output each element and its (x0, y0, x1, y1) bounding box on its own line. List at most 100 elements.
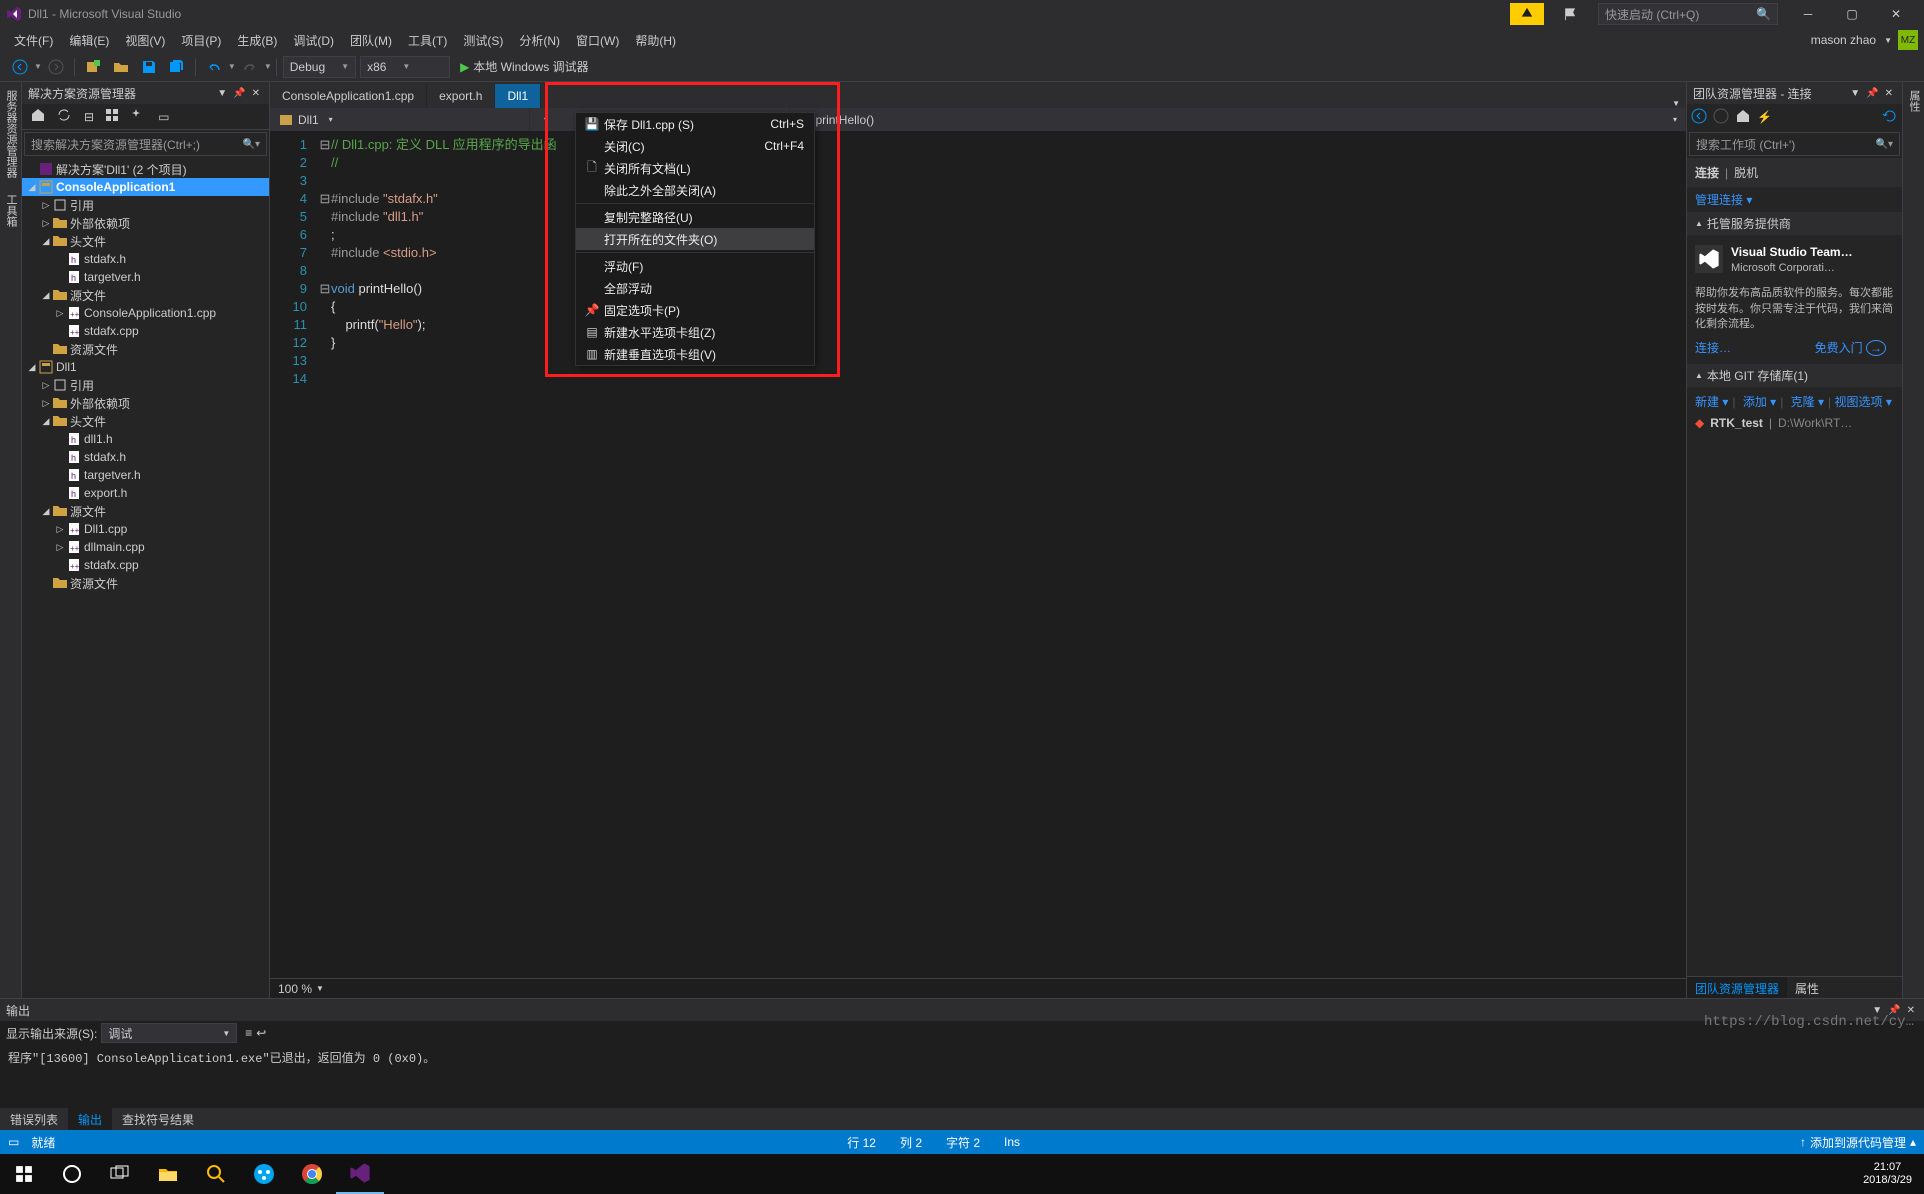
tree-node[interactable]: hstdafx.h (22, 448, 269, 466)
tree-node[interactable]: ▷++Dll1.cpp (22, 520, 269, 538)
save-all-button[interactable] (164, 56, 190, 78)
signed-in-user[interactable]: mason zhao (1811, 33, 1884, 47)
tree-node[interactable]: ◢源文件 (22, 502, 269, 520)
out-clear-icon[interactable]: ≡ (245, 1026, 252, 1040)
tree-node[interactable]: 资源文件 (22, 340, 269, 358)
menu-edit[interactable]: 编辑(E) (61, 30, 117, 51)
menu-test[interactable]: 测试(S) (455, 30, 511, 51)
collapse-icon[interactable]: ⊟ (80, 108, 98, 126)
config-combo[interactable]: Debug▼ (283, 56, 356, 78)
team-free-link[interactable]: 免费入门 → (1807, 335, 1894, 360)
nav-fwd-button[interactable] (43, 56, 69, 78)
preview-icon[interactable]: ▭ (154, 108, 173, 126)
menu-team[interactable]: 团队(M) (342, 30, 400, 51)
team-close-icon[interactable]: ✕ (1882, 88, 1896, 99)
menu-help[interactable]: 帮助(H) (627, 30, 684, 51)
tree-node[interactable]: 资源文件 (22, 574, 269, 592)
menu-debug[interactable]: 调试(D) (285, 30, 342, 51)
menu-project[interactable]: 项目(P) (173, 30, 229, 51)
pane-dropdown[interactable]: ▼ (214, 88, 230, 99)
ctx-item[interactable]: 全部浮动 (576, 277, 814, 299)
team-refresh-icon[interactable] (1882, 108, 1898, 127)
tree-node[interactable]: ◢头文件 (22, 412, 269, 430)
menu-file[interactable]: 文件(F) (6, 30, 61, 51)
properties-icon[interactable] (126, 105, 150, 128)
team-dd[interactable]: ▼ (1847, 88, 1863, 99)
sync-icon[interactable] (52, 105, 76, 128)
git-repo-row[interactable]: ◆ RTK_test | D:\Work\RT… (1695, 412, 1894, 434)
quick-launch-input[interactable]: 快速启动 (Ctrl+Q) 🔍 (1598, 3, 1778, 25)
user-dropdown-icon[interactable]: ▼ (1884, 36, 1892, 45)
team-fwd-icon[interactable] (1713, 108, 1729, 127)
notification-bell-icon[interactable] (1510, 3, 1544, 25)
team-plug-icon[interactable]: ⚡ (1757, 110, 1772, 124)
crumb-project[interactable]: Dll1▾ (270, 108, 530, 131)
git-add[interactable]: 添加 ▾ (1739, 393, 1780, 410)
tree-node[interactable]: ▷引用 (22, 376, 269, 394)
rail-properties[interactable]: 属性 (1903, 82, 1924, 120)
tree-node[interactable]: htargetver.h (22, 466, 269, 484)
tree-node[interactable]: ◢Dll1 (22, 358, 269, 376)
team-tab-team[interactable]: 团队资源管理器 (1687, 977, 1787, 998)
tree-node[interactable]: 解决方案'Dll1' (2 个项目) (22, 160, 269, 178)
tree-node[interactable]: ▷++dllmain.cpp (22, 538, 269, 556)
output-src-combo[interactable]: 调试▼ (101, 1023, 237, 1043)
tree-node[interactable]: hstdafx.h (22, 250, 269, 268)
tree-node[interactable]: ▷外部依赖项 (22, 394, 269, 412)
explorer-icon[interactable] (144, 1154, 192, 1194)
editor-body[interactable]: 1234567891011121314 ⊟// Dll1.cpp: 定义 DLL… (270, 132, 1686, 978)
team-home-icon[interactable] (1735, 108, 1751, 127)
ctx-item[interactable]: 除此之外全部关闭(A) (576, 179, 814, 201)
git-clone[interactable]: 克隆 ▾ (1787, 393, 1828, 410)
tree-node[interactable]: hdll1.h (22, 430, 269, 448)
out-dd[interactable]: ▼ (1869, 1005, 1885, 1016)
pane-close-icon[interactable]: ✕ (249, 88, 263, 99)
tree-node[interactable]: ▷++ConsoleApplication1.cpp (22, 304, 269, 322)
out-wrap-icon[interactable]: ↩ (256, 1026, 266, 1040)
menu-analyze[interactable]: 分析(N) (511, 30, 568, 51)
team-pin-icon[interactable]: 📌 (1863, 88, 1881, 99)
rail-toolbox[interactable]: 工具箱 (0, 186, 21, 235)
ctx-item[interactable]: ▤新建水平选项卡组(Z) (576, 321, 814, 343)
team-git-hdr[interactable]: ▲本地 GIT 存储库(1) (1687, 364, 1902, 387)
maximize-button[interactable]: ▢ (1830, 0, 1874, 28)
output-text[interactable]: 程序"[13600] ConsoleApplication1.exe"已退出，返… (0, 1045, 1924, 1108)
chrome-icon[interactable] (288, 1154, 336, 1194)
tree-node[interactable]: ◢源文件 (22, 286, 269, 304)
app-icon-blue[interactable] (240, 1154, 288, 1194)
ctx-item[interactable]: 🗋关闭所有文档(L) (576, 157, 814, 179)
system-clock[interactable]: 21:07 2018/3/29 (1851, 1161, 1924, 1187)
platform-combo[interactable]: x86▼ (360, 56, 450, 78)
solution-search-input[interactable]: 搜索解决方案资源管理器(Ctrl+;) 🔍▾ (24, 132, 267, 156)
git-view[interactable]: 视图选项 ▾ (1834, 391, 1891, 412)
start-button[interactable] (0, 1154, 48, 1194)
tree-node[interactable]: hexport.h (22, 484, 269, 502)
tree-node[interactable]: ◢头文件 (22, 232, 269, 250)
code-area[interactable]: ⊟// Dll1.cpp: 定义 DLL 应用程序的导出函 // ⊟#inclu… (315, 132, 1686, 978)
user-badge[interactable]: MZ (1898, 30, 1918, 50)
menu-view[interactable]: 视图(V) (117, 30, 173, 51)
pane-pin-icon[interactable]: 📌 (230, 88, 248, 99)
status-publish[interactable]: ↑ 添加到源代码管理 ▴ (1800, 1134, 1916, 1151)
tab-console-app[interactable]: ConsoleApplication1.cpp (270, 84, 427, 108)
tree-node[interactable]: ◢ConsoleApplication1 (22, 178, 269, 196)
menu-tools[interactable]: 工具(T) (400, 30, 455, 51)
team-connect-link[interactable]: 连接… (1695, 335, 1739, 360)
ctx-item[interactable]: 复制完整路径(U) (576, 206, 814, 228)
ctx-item[interactable]: 打开所在的文件夹(O) (576, 228, 814, 250)
team-back-icon[interactable] (1691, 108, 1707, 127)
task-view-icon[interactable] (96, 1154, 144, 1194)
ctx-item[interactable]: ▥新建垂直选项卡组(V) (576, 343, 814, 365)
tab-find-symbol[interactable]: 查找符号结果 (112, 1108, 204, 1130)
rail-server-explorer[interactable]: 服务器资源管理器 (0, 82, 21, 186)
tabs-overflow[interactable]: ▼ (1666, 99, 1686, 108)
minimize-button[interactable]: ─ (1786, 0, 1830, 28)
tab-export-h[interactable]: export.h (427, 84, 495, 108)
team-manage-link[interactable]: 管理连接 ▾ (1687, 187, 1760, 212)
ctx-item[interactable]: 💾保存 Dll1.cpp (S)Ctrl+S (576, 113, 814, 135)
start-debug-button[interactable]: ▶本地 Windows 调试器 (452, 58, 597, 75)
vs-taskbar-icon[interactable] (336, 1154, 384, 1194)
out-pin-icon[interactable]: 📌 (1885, 1005, 1903, 1016)
new-project-button[interactable] (80, 56, 106, 78)
tab-dll1[interactable]: Dll1 (495, 84, 541, 108)
